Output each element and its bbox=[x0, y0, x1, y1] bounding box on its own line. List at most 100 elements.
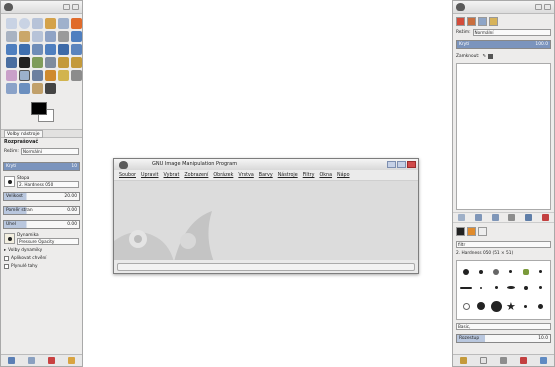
brush-item[interactable] bbox=[509, 270, 513, 273]
paths-icon[interactable] bbox=[19, 31, 30, 42]
layers-list[interactable] bbox=[456, 63, 551, 210]
scale-icon[interactable] bbox=[45, 44, 56, 55]
text-icon[interactable] bbox=[19, 57, 30, 68]
dynamics-select[interactable]: Pressure Opacity bbox=[17, 237, 79, 245]
blend-icon[interactable] bbox=[45, 57, 56, 68]
delete-layer-icon[interactable] bbox=[542, 214, 550, 221]
rotate-icon[interactable] bbox=[32, 44, 43, 55]
apply-jitter-checkbox[interactable] bbox=[4, 255, 9, 261]
fuzzy-select-icon[interactable] bbox=[45, 18, 56, 29]
brush-item[interactable] bbox=[479, 269, 484, 274]
empty-canvas-area[interactable] bbox=[114, 181, 418, 260]
brush-item[interactable] bbox=[490, 300, 502, 312]
dynamics-icon[interactable] bbox=[4, 233, 15, 244]
anchor-layer-icon[interactable] bbox=[525, 214, 533, 221]
brush-item-star[interactable]: ★ bbox=[506, 301, 516, 312]
toolbox-titlebar[interactable] bbox=[1, 1, 82, 14]
ellipse-select-icon[interactable] bbox=[19, 18, 30, 29]
foreground-select-icon[interactable] bbox=[6, 31, 17, 42]
tab-brushes-icon[interactable] bbox=[456, 227, 465, 236]
zoom-icon[interactable] bbox=[45, 31, 56, 42]
layers-mode-select[interactable]: Normální bbox=[472, 29, 551, 36]
dodge-burn-icon[interactable] bbox=[6, 83, 17, 94]
brush-filter-field[interactable]: filtr bbox=[456, 241, 551, 248]
close-button[interactable] bbox=[544, 4, 551, 10]
dock-titlebar[interactable] bbox=[453, 1, 554, 14]
angle-slider[interactable]: Úhel 0.00 bbox=[3, 220, 80, 229]
minimize-button[interactable] bbox=[63, 4, 70, 10]
color-select-icon[interactable] bbox=[58, 18, 69, 29]
tab-tool-options[interactable]: Volby nástroje bbox=[4, 129, 43, 138]
warp-icon[interactable] bbox=[45, 83, 56, 94]
move-icon[interactable] bbox=[71, 31, 82, 42]
paintbrush-icon[interactable] bbox=[71, 57, 82, 68]
spacing-slider[interactable]: Rozestup 10.0 bbox=[456, 334, 551, 343]
restore-options-icon[interactable] bbox=[27, 357, 35, 364]
menu-filtry[interactable]: Filtry bbox=[303, 173, 315, 178]
minimize-button[interactable] bbox=[387, 161, 396, 168]
heal-icon[interactable] bbox=[58, 70, 69, 81]
brush-item[interactable] bbox=[463, 268, 470, 275]
menu-napoveda[interactable]: Nápo bbox=[337, 173, 350, 178]
brush-preview[interactable] bbox=[4, 176, 15, 187]
lock-pixels-icon[interactable]: ✎ bbox=[482, 54, 486, 59]
menu-soubor[interactable]: Soubor bbox=[119, 173, 136, 178]
align-icon[interactable] bbox=[6, 44, 17, 55]
menu-vrstva[interactable]: Vrstva bbox=[238, 173, 253, 178]
delete-brush-icon[interactable] bbox=[520, 357, 528, 364]
tab-patterns-icon[interactable] bbox=[467, 227, 476, 236]
new-layer-icon[interactable] bbox=[457, 214, 465, 221]
new-brush-icon[interactable] bbox=[479, 357, 487, 364]
brush-item[interactable] bbox=[506, 286, 515, 289]
menu-okna[interactable]: Okna bbox=[319, 173, 332, 178]
foreground-color-swatch[interactable] bbox=[31, 102, 47, 115]
brush-item[interactable] bbox=[493, 268, 500, 275]
tab-paths-icon[interactable] bbox=[478, 17, 487, 26]
save-options-icon[interactable] bbox=[7, 357, 15, 364]
image-window-titlebar[interactable]: GNU Image Manipulation Program bbox=[114, 159, 418, 170]
delete-options-icon[interactable] bbox=[48, 357, 56, 364]
clone-icon[interactable] bbox=[45, 70, 56, 81]
color-picker-icon[interactable] bbox=[32, 31, 43, 42]
brush-item[interactable] bbox=[522, 268, 529, 275]
brush-preset-select[interactable]: Basic, bbox=[456, 323, 551, 330]
menu-upravit[interactable]: Upravit bbox=[141, 173, 159, 178]
pencil-icon[interactable] bbox=[58, 57, 69, 68]
ink-icon[interactable] bbox=[32, 70, 43, 81]
brush-item[interactable] bbox=[477, 302, 486, 310]
brush-item[interactable] bbox=[524, 304, 528, 308]
tab-gradients-icon[interactable] bbox=[478, 227, 487, 236]
brush-item[interactable] bbox=[494, 286, 498, 289]
lower-layer-icon[interactable] bbox=[491, 214, 499, 221]
brush-select[interactable]: 2. Hardness 050 bbox=[17, 180, 79, 188]
edit-brush-icon[interactable] bbox=[459, 357, 467, 364]
brush-item-selected[interactable] bbox=[462, 302, 470, 310]
brushes-grid[interactable]: ★ bbox=[456, 260, 551, 320]
layers-opacity-slider[interactable]: Krytí 100.0 bbox=[456, 40, 551, 49]
duplicate-brush-icon[interactable] bbox=[499, 357, 507, 364]
opacity-slider[interactable]: Krytí 10 bbox=[3, 162, 80, 171]
tab-channels-icon[interactable] bbox=[467, 17, 476, 26]
rect-select-icon[interactable] bbox=[6, 18, 17, 29]
scissors-select-icon[interactable] bbox=[71, 18, 82, 29]
brush-item[interactable] bbox=[480, 286, 483, 289]
minimize-button[interactable] bbox=[535, 4, 542, 10]
measure-icon[interactable] bbox=[58, 31, 69, 42]
tab-layers-icon[interactable] bbox=[456, 17, 465, 26]
lock-alpha-icon[interactable] bbox=[488, 54, 494, 59]
cage-icon[interactable] bbox=[32, 83, 43, 94]
perspective-icon[interactable] bbox=[71, 44, 82, 55]
menu-zobrazeni[interactable]: Zobrazení bbox=[184, 173, 208, 178]
smooth-stroke-checkbox[interactable] bbox=[4, 263, 9, 269]
raise-layer-icon[interactable] bbox=[474, 214, 482, 221]
menu-nastroje[interactable]: Nástroje bbox=[278, 173, 298, 178]
flip-icon[interactable] bbox=[6, 57, 17, 68]
close-button[interactable] bbox=[407, 161, 416, 168]
free-select-icon[interactable] bbox=[32, 18, 43, 29]
eraser-icon[interactable] bbox=[6, 70, 17, 81]
brush-item[interactable] bbox=[523, 285, 528, 290]
airbrush-icon[interactable] bbox=[19, 70, 30, 81]
maximize-button[interactable] bbox=[397, 161, 406, 168]
brush-item[interactable] bbox=[460, 286, 473, 289]
smudge-icon[interactable] bbox=[71, 70, 82, 81]
